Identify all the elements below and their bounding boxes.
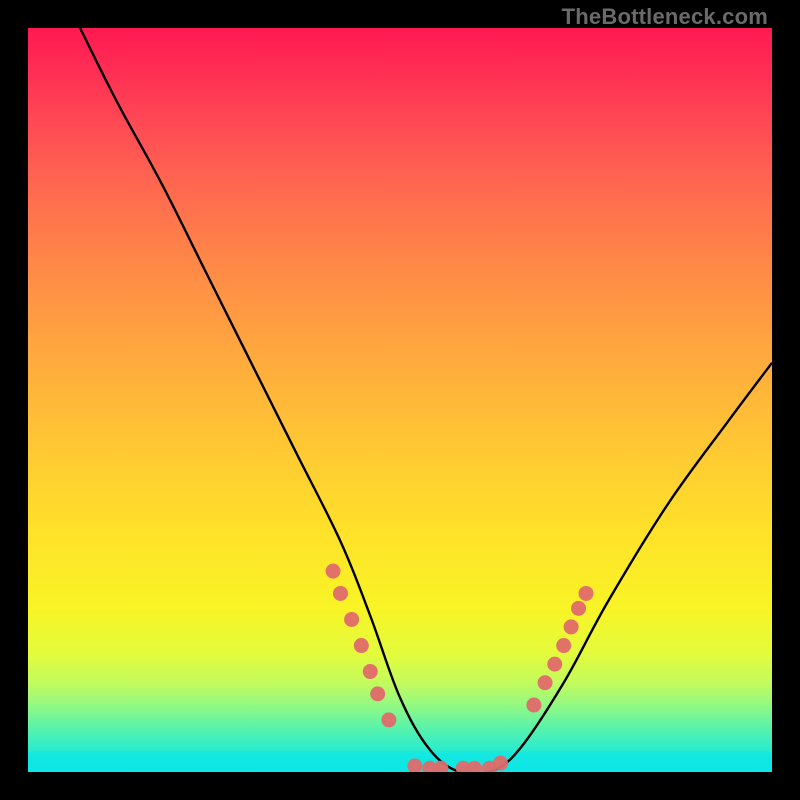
data-point <box>493 756 508 771</box>
data-point <box>433 761 448 772</box>
data-point <box>407 759 422 772</box>
data-point <box>326 564 341 579</box>
data-point <box>467 761 482 772</box>
data-point <box>363 664 378 679</box>
data-point <box>526 698 541 713</box>
data-point <box>370 686 385 701</box>
data-point <box>538 675 553 690</box>
data-point <box>333 586 348 601</box>
bottleneck-curve <box>80 28 772 772</box>
data-point <box>354 638 369 653</box>
data-point <box>564 619 579 634</box>
data-point <box>547 657 562 672</box>
watermark-label: TheBottleneck.com <box>562 4 768 30</box>
chart-frame: TheBottleneck.com <box>0 0 800 800</box>
data-point <box>344 612 359 627</box>
data-point <box>556 638 571 653</box>
curve-layer <box>28 28 772 772</box>
data-point <box>571 601 586 616</box>
data-point <box>381 712 396 727</box>
plot-area <box>28 28 772 772</box>
data-point <box>579 586 594 601</box>
